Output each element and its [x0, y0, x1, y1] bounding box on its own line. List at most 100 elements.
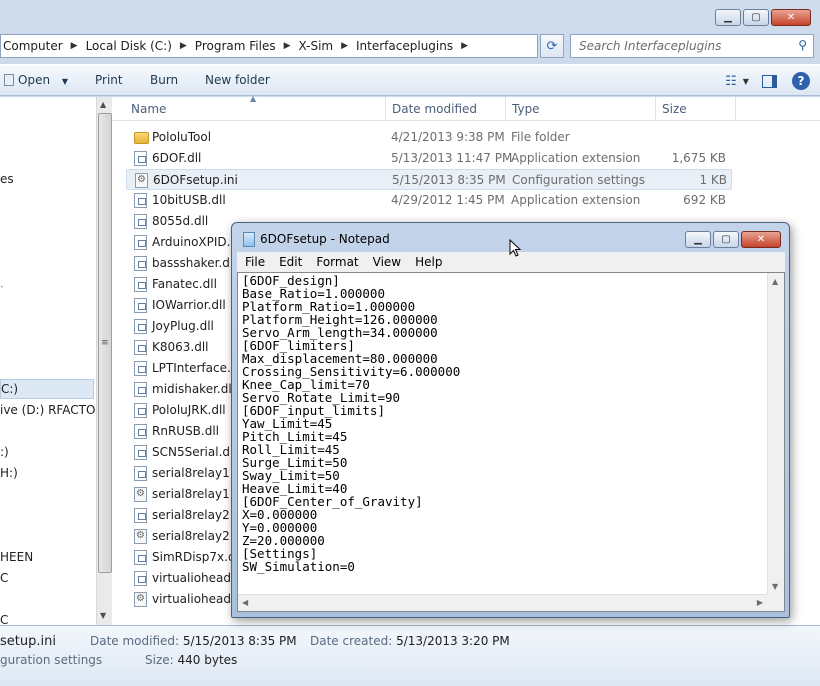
scroll-right-icon[interactable]: ▶	[757, 598, 763, 607]
scroll-down-icon[interactable]: ▼	[100, 611, 106, 620]
breadcrumb-local-disk[interactable]: Local Disk (C:) ▶	[86, 39, 187, 53]
file-type: File folder	[511, 130, 570, 144]
file-row[interactable]: PololuTool 4/21/2013 9:38 PM File folder	[126, 127, 732, 148]
scroll-left-icon[interactable]: ◀	[242, 598, 248, 607]
close-button[interactable]: ✕	[771, 9, 811, 26]
explorer-window-controls: ▁ ▢ ✕	[715, 9, 811, 26]
close-icon: ✕	[786, 12, 796, 23]
file-type: Configuration settings	[512, 173, 646, 187]
file-name: SCN5Serial.dll	[152, 445, 237, 459]
scroll-down-icon[interactable]: ▼	[772, 582, 778, 591]
column-divider[interactable]	[655, 97, 656, 121]
nav-item-graphic: ·	[0, 280, 4, 294]
file-row[interactable]: 6DOF.dll 5/13/2013 11:47 PM Application ex…	[126, 148, 732, 169]
notepad-close-button[interactable]: ✕	[741, 231, 781, 248]
notepad-content[interactable]: [6DOF_design] Base_Ratio=1.000000 Platform…	[242, 274, 460, 573]
scrollbar-thumb[interactable]: ≡	[98, 113, 112, 573]
nav-item[interactable]: es	[0, 172, 14, 186]
column-type[interactable]: Type	[512, 102, 540, 116]
dll-file-icon	[134, 550, 147, 565]
chevron-right-icon: ▶	[461, 41, 469, 51]
settings-file-icon	[134, 592, 147, 607]
file-name: Fanatec.dll	[152, 277, 217, 291]
nav-item-rfactor[interactable]: ive (D:) RFACTOR	[0, 403, 96, 417]
chevron-right-icon: ▶	[283, 41, 291, 51]
file-name: PololuTool	[152, 130, 212, 144]
file-row[interactable]: 6DOFsetup.ini 5/15/2013 8:35 PM Configurat…	[126, 169, 732, 190]
file-name: PololuJRK.dll	[152, 403, 226, 417]
file-name: RnRUSB.dll	[152, 424, 220, 438]
preview-pane-icon	[761, 74, 777, 88]
nav-item[interactable]: C	[0, 571, 8, 585]
breadcrumb-program-files[interactable]: Program Files ▶	[195, 39, 291, 53]
menu-help[interactable]: Help	[415, 255, 442, 269]
column-divider[interactable]	[505, 97, 506, 121]
command-bar: Open ▼ Print Burn New folder ☷ ▼ ?	[0, 64, 820, 96]
nav-item[interactable]: :)	[0, 445, 9, 459]
file-name: SimRDisp7x.dll	[152, 550, 243, 564]
minimize-button[interactable]: ▁	[715, 9, 741, 26]
file-size: 1 KB	[699, 173, 727, 187]
maximize-button[interactable]: ▢	[743, 9, 769, 26]
scroll-up-icon[interactable]: ▲	[100, 100, 106, 109]
nav-scrollbar[interactable]: ▲ ≡ ▼	[96, 97, 112, 625]
file-name: 6DOFsetup.ini	[153, 173, 238, 187]
notepad-minimize-button[interactable]: ▁	[685, 231, 711, 248]
search-icon[interactable]: ⚲	[798, 38, 807, 52]
burn-button[interactable]: Burn	[150, 73, 178, 87]
nav-item[interactable]: HEEN	[0, 550, 33, 564]
sort-ascending-icon: ▲	[250, 94, 257, 103]
nav-item-local-disk[interactable]: C:)	[0, 379, 94, 399]
file-row[interactable]: 10bitUSB.dll 4/29/2012 1:45 PM Application…	[126, 190, 732, 211]
column-divider[interactable]	[735, 97, 736, 121]
navigation-pane: es · C:) ive (D:) RFACTOR :) H:) HEEN C …	[0, 97, 96, 625]
file-name: IOWarrior.dll	[152, 298, 226, 312]
dll-file-icon	[134, 256, 147, 271]
dll-file-icon	[134, 424, 147, 439]
file-date: 4/21/2013 9:38 PM	[391, 130, 505, 144]
nav-tree-icon: ·	[0, 280, 4, 294]
menu-file[interactable]: File	[245, 255, 265, 269]
column-name[interactable]: Name	[131, 102, 166, 116]
menu-view[interactable]: View	[373, 255, 401, 269]
details-date-modified: Date modified: 5/15/2013 8:35 PM	[90, 634, 297, 648]
menu-format[interactable]: Format	[316, 255, 358, 269]
refresh-button[interactable]: ⟳	[540, 34, 564, 58]
open-button[interactable]: Open ▼	[4, 73, 68, 87]
print-button[interactable]: Print	[95, 73, 123, 87]
column-divider[interactable]	[385, 97, 386, 121]
maximize-icon: ▢	[721, 234, 731, 245]
change-view-button[interactable]: ☷ ▼	[725, 70, 749, 92]
dll-file-icon	[134, 382, 147, 397]
new-folder-button[interactable]: New folder	[205, 73, 270, 87]
file-name: K8063.dll	[152, 340, 209, 354]
notepad-text-area[interactable]: [6DOF_design] Base_Ratio=1.000000 Platform…	[237, 272, 785, 612]
dll-file-icon	[134, 445, 147, 460]
dll-file-icon	[134, 214, 147, 229]
column-date-modified[interactable]: Date modified	[392, 102, 477, 116]
minimize-icon: ▁	[724, 12, 732, 23]
nav-item[interactable]: H:)	[0, 466, 18, 480]
nav-item[interactable]: C	[0, 613, 8, 625]
file-date: 5/13/2013 11:47 PM	[391, 151, 513, 165]
notepad-vertical-scrollbar[interactable]: ▲ ▼	[767, 273, 784, 595]
notepad-horizontal-scrollbar[interactable]: ◀ ▶	[238, 594, 767, 611]
help-button[interactable]: ?	[790, 70, 812, 92]
chevron-right-icon: ▶	[341, 41, 349, 51]
address-bar[interactable]: Computer ▶ Local Disk (C:) ▶ Program Files…	[0, 34, 538, 58]
text-line: SW_Simulation=0	[242, 559, 355, 574]
search-placeholder: Search Interfaceplugins	[579, 39, 722, 53]
breadcrumb-x-sim[interactable]: X-Sim ▶	[299, 39, 349, 53]
column-size[interactable]: Size	[662, 102, 687, 116]
dll-file-icon	[134, 403, 147, 418]
search-input[interactable]: Search Interfaceplugins ⚲	[570, 34, 814, 58]
breadcrumb-interfaceplugins[interactable]: Interfaceplugins ▶	[356, 39, 468, 53]
dll-file-icon	[134, 298, 147, 313]
dll-file-icon	[134, 319, 147, 334]
breadcrumb-computer[interactable]: Computer ▶	[3, 39, 78, 53]
preview-pane-button[interactable]	[758, 70, 780, 92]
menu-edit[interactable]: Edit	[279, 255, 302, 269]
resize-grip[interactable]	[767, 594, 784, 611]
notepad-maximize-button[interactable]: ▢	[713, 231, 739, 248]
scroll-up-icon[interactable]: ▲	[772, 277, 778, 286]
